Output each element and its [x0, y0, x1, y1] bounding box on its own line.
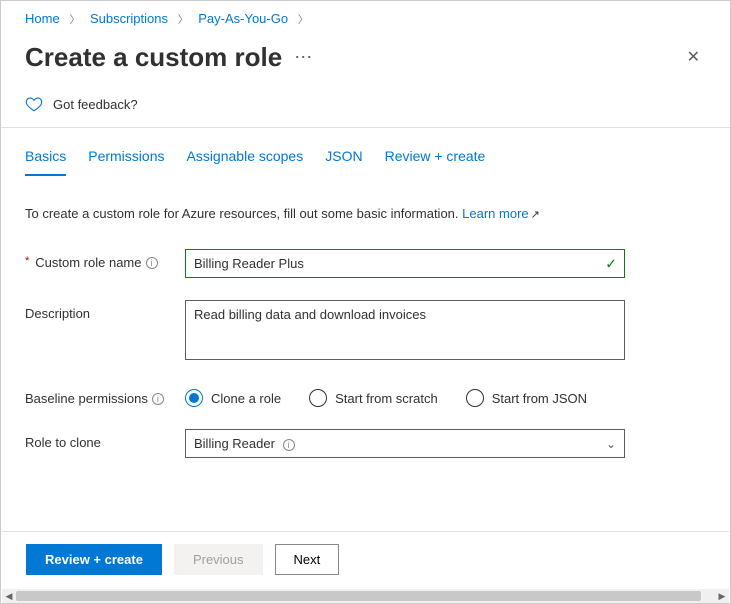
- next-button[interactable]: Next: [275, 544, 340, 575]
- tab-basics[interactable]: Basics: [25, 148, 66, 176]
- baseline-permissions-label: Baseline permissions: [25, 391, 148, 406]
- review-create-button[interactable]: Review + create: [26, 544, 162, 575]
- tab-json[interactable]: JSON: [325, 148, 362, 176]
- learn-more-link[interactable]: Learn more: [462, 206, 528, 221]
- role-to-clone-select[interactable]: Billing Reader i ⌄: [185, 429, 625, 458]
- chevron-right-icon: 〉: [292, 14, 315, 26]
- info-icon[interactable]: i: [152, 393, 164, 405]
- select-value: Billing Reader: [194, 436, 275, 451]
- role-to-clone-label: Role to clone: [25, 435, 101, 450]
- close-icon[interactable]: ✕: [681, 41, 706, 73]
- external-link-icon: ↗: [531, 209, 540, 221]
- feedback-label: Got feedback?: [53, 97, 138, 112]
- chevron-down-icon: ⌄: [606, 437, 616, 451]
- description-input[interactable]: [185, 300, 625, 360]
- tab-strip: Basics Permissions Assignable scopes JSO…: [1, 128, 730, 176]
- scroll-left-icon[interactable]: ◀: [2, 591, 16, 602]
- feedback-link[interactable]: Got feedback?: [1, 89, 730, 127]
- chevron-right-icon: 〉: [63, 14, 86, 26]
- breadcrumb-home[interactable]: Home: [25, 11, 60, 26]
- tab-assignable-scopes[interactable]: Assignable scopes: [186, 148, 303, 176]
- footer-bar: Review + create Previous Next: [2, 531, 729, 587]
- custom-role-name-input[interactable]: [185, 249, 625, 278]
- breadcrumb-subscriptions[interactable]: Subscriptions: [90, 11, 168, 26]
- tab-review-create[interactable]: Review + create: [385, 148, 486, 176]
- radio-label: Start from scratch: [335, 391, 438, 406]
- radio-clone-role[interactable]: Clone a role: [185, 389, 281, 407]
- heart-icon: [25, 95, 43, 113]
- chevron-right-icon: 〉: [172, 14, 195, 26]
- info-icon[interactable]: i: [283, 439, 295, 451]
- role-name-label: Custom role name: [35, 255, 141, 270]
- radio-from-scratch[interactable]: Start from scratch: [309, 389, 438, 407]
- radio-from-json[interactable]: Start from JSON: [466, 389, 587, 407]
- more-menu-icon[interactable]: ⋯: [294, 47, 313, 68]
- breadcrumb: Home 〉 Subscriptions 〉 Pay-As-You-Go 〉: [1, 1, 730, 33]
- tab-permissions[interactable]: Permissions: [88, 148, 164, 176]
- intro-text: To create a custom role for Azure resour…: [1, 176, 730, 229]
- scroll-right-icon[interactable]: ▶: [715, 591, 729, 602]
- page-title: Create a custom role: [25, 42, 282, 73]
- previous-button: Previous: [174, 544, 263, 575]
- breadcrumb-payg[interactable]: Pay-As-You-Go: [198, 11, 288, 26]
- description-label: Description: [25, 306, 90, 321]
- checkmark-icon: ✓: [605, 255, 617, 272]
- horizontal-scrollbar[interactable]: ◀ ▶: [2, 589, 729, 603]
- radio-label: Clone a role: [211, 391, 281, 406]
- info-icon[interactable]: i: [146, 257, 158, 269]
- radio-label: Start from JSON: [492, 391, 587, 406]
- required-indicator: *: [25, 255, 29, 267]
